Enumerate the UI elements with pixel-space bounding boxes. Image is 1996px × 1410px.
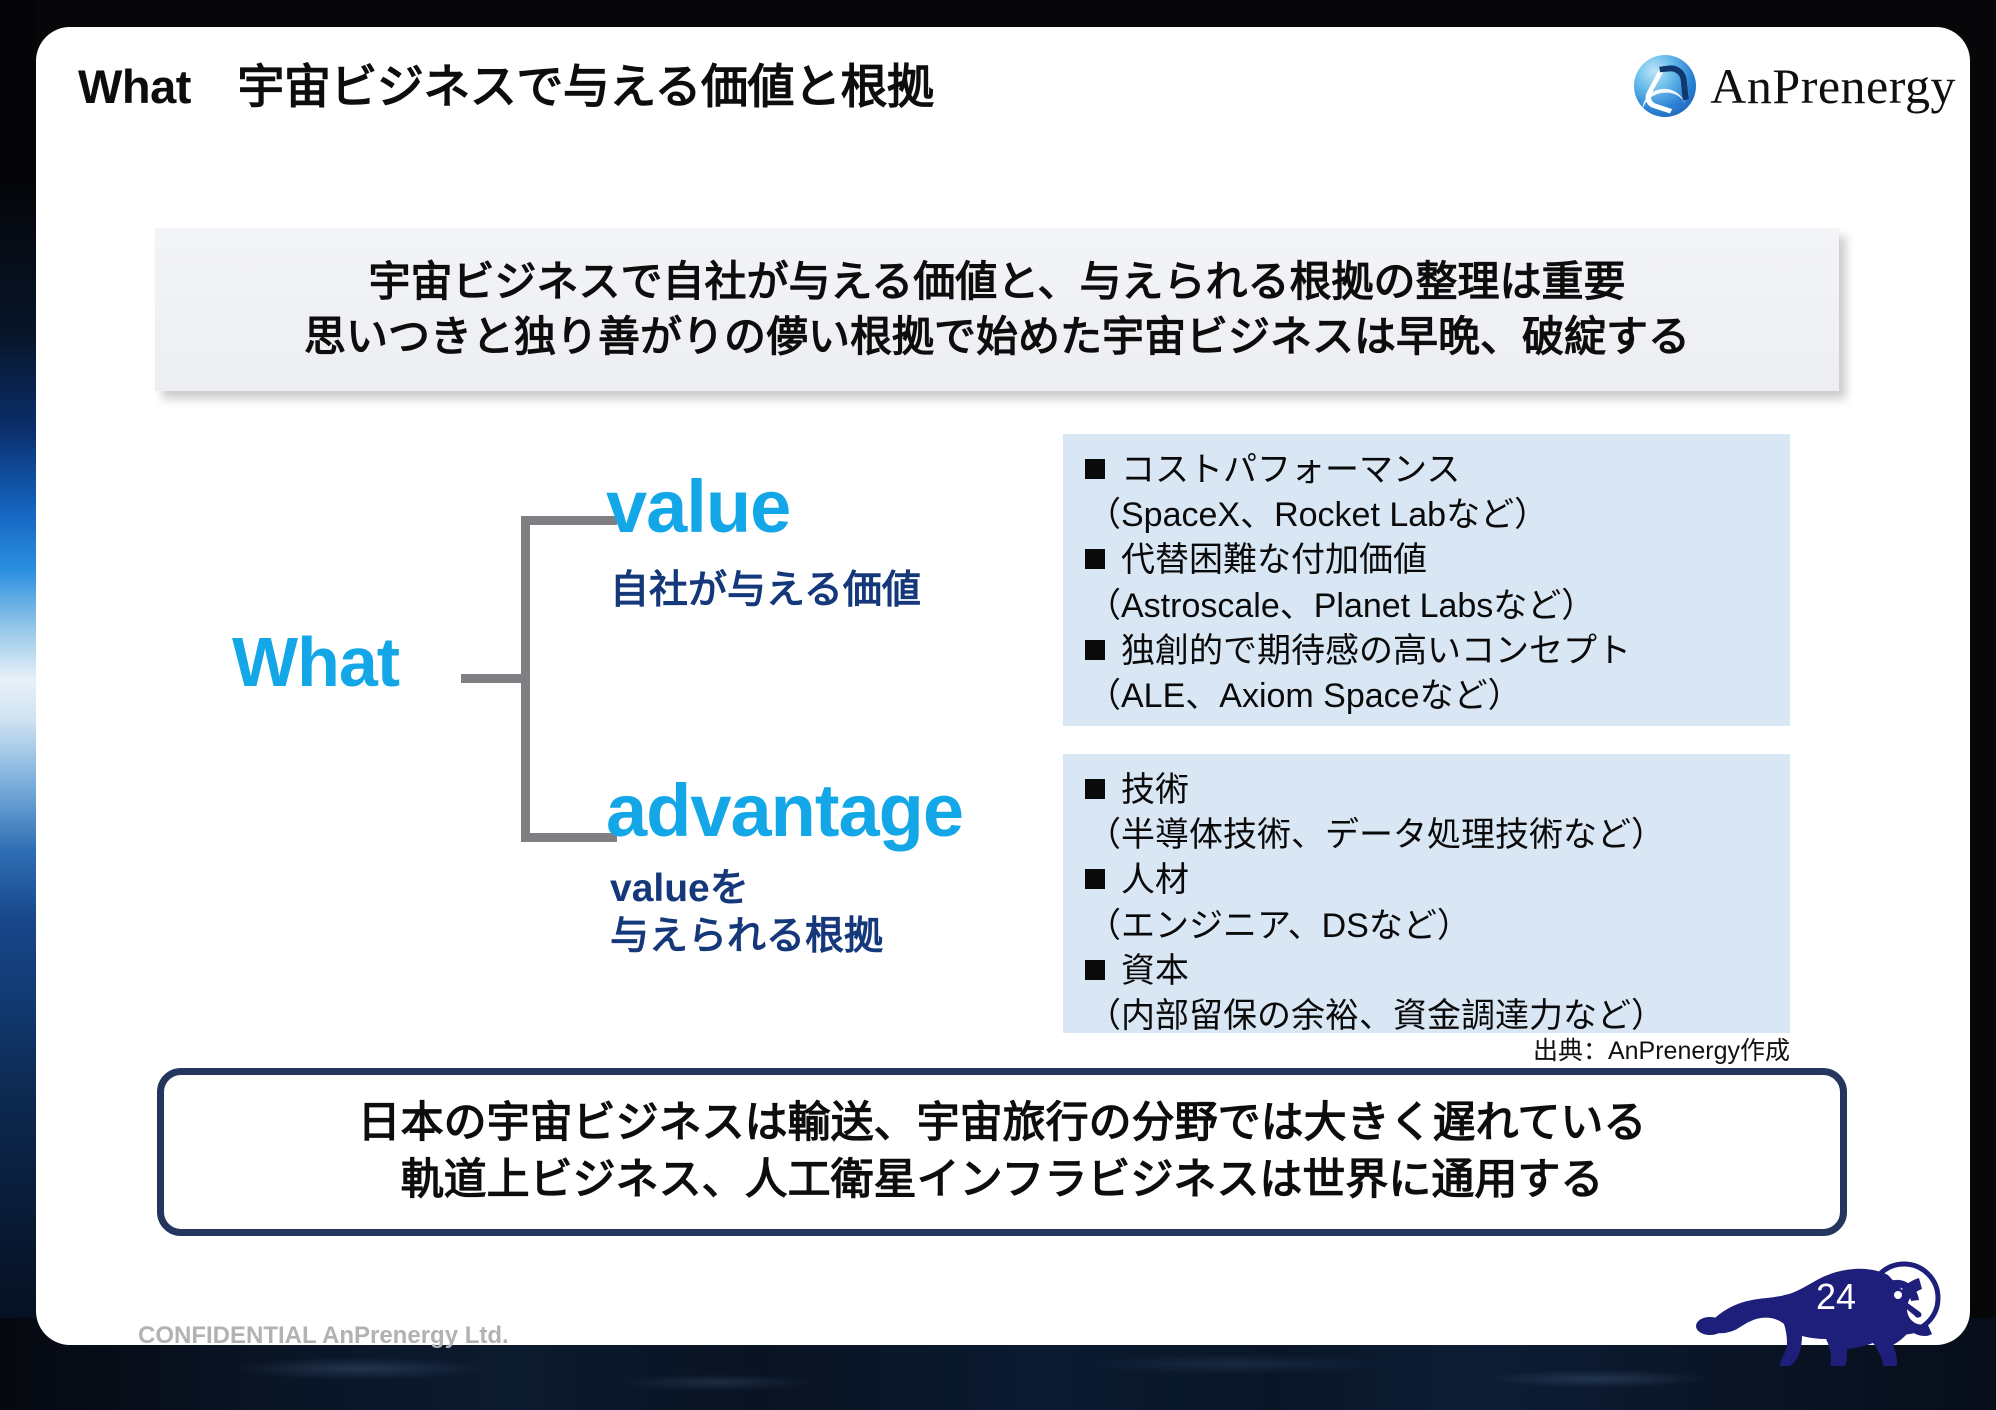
value-item-heading-2-text: 代替困難な付加価値 <box>1121 541 1427 580</box>
advantage-item-note-2: （エンジニア、DSなど） <box>1087 906 1471 945</box>
page-title: What 宇宙ビジネスで与える価値と根拠 <box>78 60 934 113</box>
value-item-note-2: （Astroscale、Planet Labsなど） <box>1087 586 1596 625</box>
branch-sublabel-advantage-line-2: 与えられる根拠 <box>610 914 884 958</box>
advantage-item-note-1: （半導体技術、データ処理技術など） <box>1087 816 1665 855</box>
key-message-line-2: 思いつきと独り善がりの儚い根拠で始めた宇宙ビジネスは早晩、破綻する <box>303 312 1690 360</box>
branch-label-advantage: advantage <box>606 769 964 852</box>
conclusion-line-2: 軌道上ビジネス、人工衛星インフラビジネスは世界に通用する <box>400 1156 1604 1204</box>
earth-horizon-left-image <box>0 0 36 1410</box>
confidential-notice: CONFIDENTIAL AnPrenergy Ltd. <box>138 1322 509 1349</box>
value-detail-box: コストパフォーマンス （SpaceX、Rocket Labなど） 代替困難な付加… <box>1063 434 1790 726</box>
list-item: 代替困難な付加価値 （Astroscale、Planet Labsなど） <box>1063 538 1790 628</box>
square-bullet-icon <box>1085 779 1105 799</box>
page-number: 24 <box>1815 1276 1856 1317</box>
value-item-note-1: （SpaceX、Rocket Labなど） <box>1087 496 1549 535</box>
value-item-heading-1: コストパフォーマンス <box>1085 448 1790 493</box>
advantage-item-heading-2: 人材 <box>1085 858 1790 903</box>
list-item: 資本 （内部留保の余裕、資金調達力など） <box>1063 949 1790 1039</box>
key-message-box-top: 宇宙ビジネスで自社が与える価値と、与えられる根拠の整理は重要 思いつきと独り善が… <box>155 228 1839 391</box>
tree-root-label: What <box>232 623 400 701</box>
list-item: 独創的で期待感の高いコンセプト （ALE、Axiom Spaceなど） <box>1063 629 1790 719</box>
square-bullet-icon <box>1085 959 1105 980</box>
conclusion-line-1: 日本の宇宙ビジネスは輸送、宇宙旅行の分野では大きく遅れている <box>357 1099 1647 1148</box>
bracket-branch-line-bottom <box>521 833 617 842</box>
list-item: 技術 （半導体技術、データ処理技術など） <box>1063 768 1790 858</box>
square-bullet-icon <box>1085 869 1105 890</box>
branch-label-value: value <box>606 465 791 548</box>
branch-sublabel-advantage-line-1: valueを <box>610 867 749 910</box>
company-logo: AnPrenergy <box>1634 55 1956 117</box>
bracket-branch-line-top <box>521 516 617 525</box>
list-item: 人材 （エンジニア、DSなど） <box>1063 858 1790 948</box>
logo-curve-shape <box>1659 63 1690 103</box>
bracket-stem-line <box>461 674 529 683</box>
key-message-line-1: 宇宙ビジネスで自社が与える価値と、与えられる根拠の整理は重要 <box>368 257 1626 305</box>
value-item-heading-3: 独創的で期待感の高いコンセプト <box>1085 629 1790 674</box>
advantage-item-heading-1-text: 技術 <box>1121 771 1189 809</box>
square-bullet-icon <box>1085 459 1105 479</box>
list-item: コストパフォーマンス （SpaceX、Rocket Labなど） <box>1063 448 1790 538</box>
conclusion-message-box: 日本の宇宙ビジネスは輸送、宇宙旅行の分野では大きく遅れている 軌道上ビジネス、人… <box>157 1068 1847 1236</box>
value-item-heading-3-text: 独創的で期待感の高いコンセプト <box>1121 631 1631 670</box>
branch-sublabel-value: 自社が与える価値 <box>610 569 921 612</box>
value-item-note-3: （ALE、Axiom Spaceなど） <box>1087 677 1522 716</box>
logo-wordmark: AnPrenergy <box>1710 58 1956 114</box>
bracket-vertical-line <box>521 516 530 842</box>
square-bullet-icon <box>1085 639 1105 660</box>
advantage-item-heading-3-text: 資本 <box>1121 951 1189 990</box>
square-bullet-icon <box>1085 549 1105 570</box>
advantage-item-heading-1: 技術 <box>1085 768 1790 813</box>
value-item-heading-1-text: コストパフォーマンス <box>1121 451 1461 489</box>
advantage-item-heading-3: 資本 <box>1085 949 1790 994</box>
source-attribution: 出典：AnPrenergy作成 <box>1532 1037 1790 1065</box>
value-item-heading-2: 代替困難な付加価値 <box>1085 538 1790 583</box>
anprenergy-emblem-icon <box>1634 55 1697 117</box>
advantage-item-heading-2-text: 人材 <box>1121 861 1189 900</box>
slide: What 宇宙ビジネスで与える価値と根拠 AnPrenergy 宇宙ビジネスで自… <box>0 0 1996 1410</box>
branch-sublabel-advantage: valueを 与えられる根拠 <box>610 865 883 960</box>
advantage-detail-box: 技術 （半導体技術、データ処理技術など） 人材 （エンジニア、DSなど） 資本 … <box>1063 754 1790 1035</box>
